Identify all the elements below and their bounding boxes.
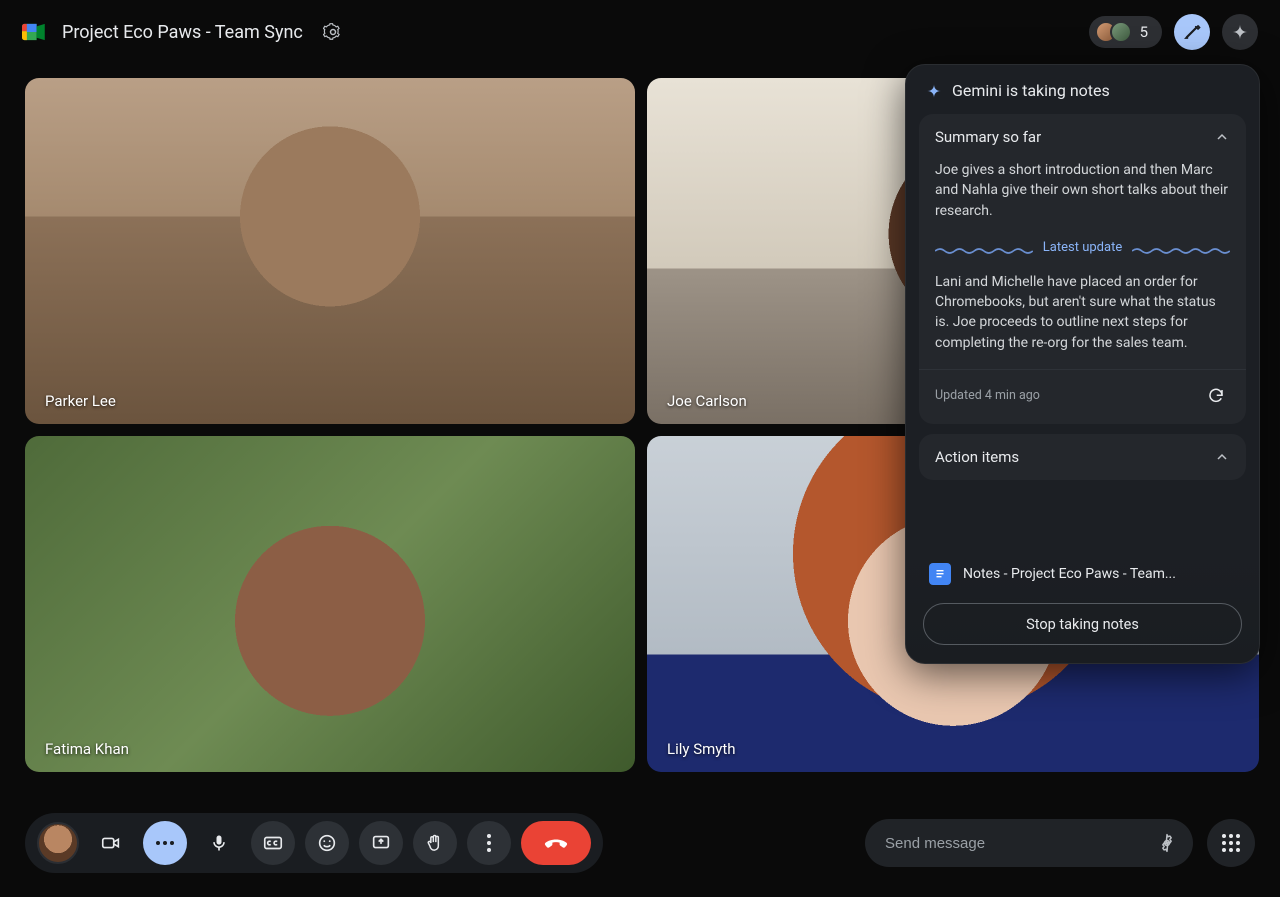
- gemini-spark-icon: [926, 83, 942, 99]
- camera-toggle-button[interactable]: [89, 821, 133, 865]
- chat-settings-button[interactable]: [1149, 825, 1185, 861]
- top-bar-right: 5: [1089, 14, 1258, 50]
- stop-taking-notes-button[interactable]: Stop taking notes: [923, 603, 1242, 645]
- participants-count: 5: [1140, 23, 1148, 41]
- dots-vertical-icon: [485, 833, 493, 853]
- participants-button[interactable]: 5: [1089, 16, 1162, 48]
- gemini-panel-body[interactable]: Summary so far Joe gives a short introdu…: [906, 114, 1259, 549]
- meeting-settings-button[interactable]: [317, 16, 349, 48]
- chat-input[interactable]: [883, 834, 1149, 853]
- docs-icon: [929, 563, 951, 585]
- participant-name: Lily Smyth: [667, 740, 736, 758]
- latest-update-divider: Latest update: [935, 239, 1230, 258]
- refresh-icon: [1207, 387, 1225, 405]
- action-items-section: Action items: [919, 434, 1246, 480]
- updated-timestamp: Updated 4 min ago: [935, 388, 1040, 403]
- summary-section-body: Joe gives a short introduction and then …: [919, 160, 1246, 369]
- summary-section-header[interactable]: Summary so far: [919, 114, 1246, 160]
- audio-options-button[interactable]: [143, 821, 187, 865]
- raise-hand-button[interactable]: [413, 821, 457, 865]
- microphone-toggle-button[interactable]: [197, 821, 241, 865]
- participant-name: Joe Carlson: [667, 392, 747, 410]
- summary-updated-row: Updated 4 min ago: [919, 369, 1246, 424]
- wave-divider-icon: [1132, 247, 1230, 249]
- summary-section: Summary so far Joe gives a short introdu…: [919, 114, 1246, 424]
- notes-doc-link[interactable]: Notes - Project Eco Paws - Team...: [923, 557, 1242, 591]
- gear-icon: [1157, 833, 1177, 853]
- leave-call-button[interactable]: [521, 821, 591, 865]
- gemini-button[interactable]: [1222, 14, 1258, 50]
- microphone-icon: [209, 833, 229, 853]
- avatar: [1110, 21, 1132, 43]
- dots-horizontal-icon: [155, 839, 175, 847]
- more-options-button[interactable]: [467, 821, 511, 865]
- meet-logo-icon: [22, 21, 48, 43]
- gemini-panel-title: Gemini is taking notes: [952, 81, 1110, 100]
- action-items-header[interactable]: Action items: [919, 434, 1246, 480]
- captions-icon: [262, 832, 284, 854]
- self-avatar[interactable]: [37, 822, 79, 864]
- stop-notes-label: Stop taking notes: [1026, 616, 1139, 633]
- captions-button[interactable]: [251, 821, 295, 865]
- call-controls: [25, 813, 603, 873]
- chat-compose: [865, 819, 1193, 867]
- apps-grid-icon: [1221, 833, 1241, 853]
- camera-icon: [100, 832, 122, 854]
- participant-tile[interactable]: Fatima Khan: [25, 436, 635, 772]
- hangup-icon: [542, 829, 570, 857]
- latest-update-label: Latest update: [1043, 239, 1122, 258]
- notes-doc-title: Notes - Project Eco Paws - Team...: [963, 566, 1176, 582]
- bottom-bar-right: [865, 819, 1255, 867]
- gemini-panel-footer: Notes - Project Eco Paws - Team... Stop …: [906, 549, 1259, 663]
- take-notes-button[interactable]: [1174, 14, 1210, 50]
- present-screen-button[interactable]: [359, 821, 403, 865]
- emoji-icon: [316, 832, 338, 854]
- gemini-notes-panel: Gemini is taking notes Summary so far Jo…: [905, 64, 1260, 664]
- meeting-title: Project Eco Paws - Team Sync: [62, 22, 303, 43]
- chevron-up-icon: [1214, 449, 1230, 465]
- top-bar-left: Project Eco Paws - Team Sync: [22, 16, 349, 48]
- refresh-summary-button[interactable]: [1202, 382, 1230, 410]
- bottom-bar: [0, 789, 1280, 897]
- apps-grid-button[interactable]: [1207, 819, 1255, 867]
- participants-avatars: [1095, 21, 1132, 43]
- summary-header-label: Summary so far: [935, 128, 1041, 146]
- summary-text: Joe gives a short introduction and then …: [935, 160, 1230, 221]
- participant-name: Fatima Khan: [45, 740, 129, 758]
- summary-latest-text: Lani and Michelle have placed an order f…: [935, 272, 1230, 353]
- participant-name: Parker Lee: [45, 392, 116, 410]
- action-items-label: Action items: [935, 448, 1019, 466]
- gemini-panel-header: Gemini is taking notes: [906, 65, 1259, 114]
- chevron-up-icon: [1214, 129, 1230, 145]
- top-bar: Project Eco Paws - Team Sync 5: [0, 0, 1280, 64]
- participant-tile[interactable]: Parker Lee: [25, 78, 635, 424]
- reactions-button[interactable]: [305, 821, 349, 865]
- wave-divider-icon: [935, 247, 1033, 249]
- present-icon: [370, 832, 392, 854]
- raise-hand-icon: [425, 833, 445, 853]
